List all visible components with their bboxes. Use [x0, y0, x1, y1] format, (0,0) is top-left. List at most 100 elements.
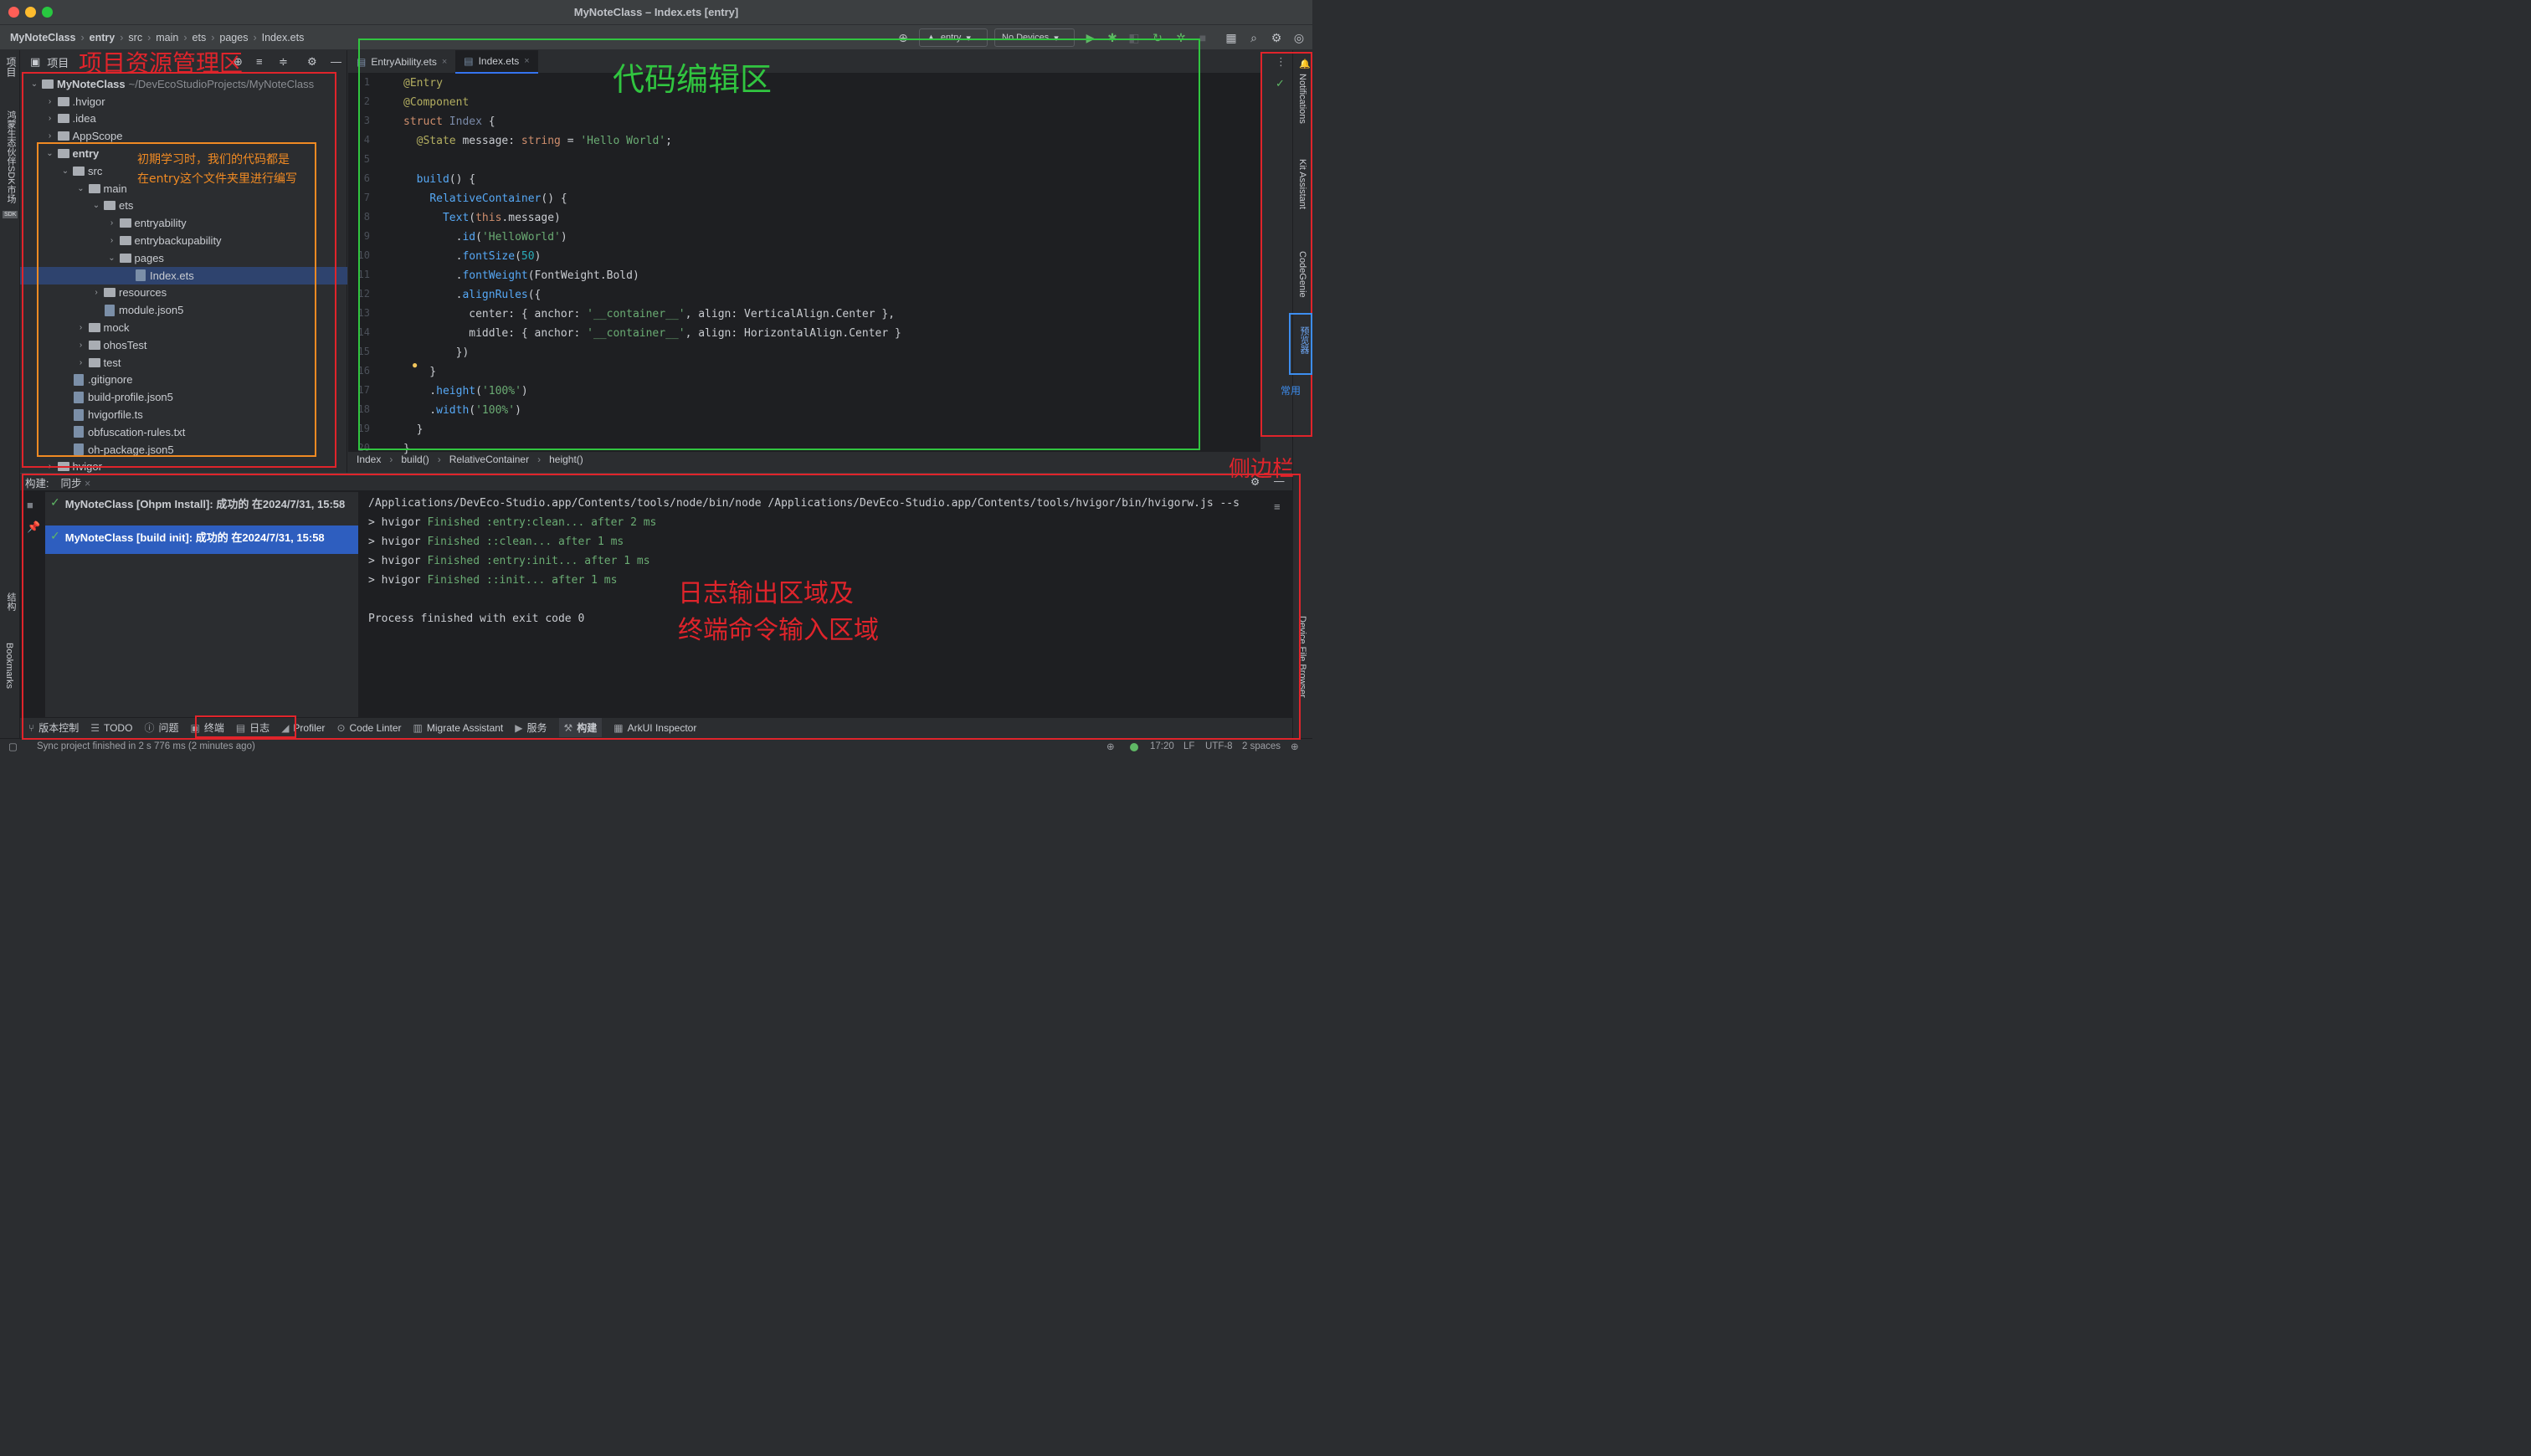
- code-line[interactable]: .fontWeight(FontWeight.Bold): [403, 266, 639, 285]
- code-line[interactable]: }: [403, 362, 436, 382]
- debug-icon[interactable]: ✱: [1105, 30, 1120, 45]
- common-label[interactable]: 常用: [1281, 383, 1301, 397]
- device-file-browser-tool-button[interactable]: Device File Browser: [1297, 616, 1307, 698]
- code-line[interactable]: @State message: string = 'Hello World';: [403, 131, 672, 151]
- chevron-right-icon[interactable]: ›: [106, 218, 118, 228]
- project-structure-icon[interactable]: ▦: [1224, 30, 1239, 45]
- target-icon[interactable]: ⊕: [896, 30, 911, 45]
- build-item[interactable]: ✓ MyNoteClass [Ohpm Install]: 成功的 在2024/7…: [45, 492, 358, 520]
- network-icon[interactable]: ⊕: [1106, 741, 1115, 752]
- chevron-right-icon[interactable]: ›: [44, 131, 56, 141]
- editor-tab[interactable]: ▤ EntryAbility.ets ×: [348, 50, 455, 74]
- tree-item[interactable]: › entrybackupability: [20, 232, 347, 249]
- close-icon[interactable]: ×: [442, 57, 447, 67]
- lock-icon[interactable]: ⊕: [1291, 741, 1299, 752]
- stop-icon[interactable]: ■: [1195, 30, 1210, 45]
- codegenie-tool-button[interactable]: CodeGenie: [1297, 251, 1307, 298]
- code-line[interactable]: center: { anchor: '__container__', align…: [403, 305, 895, 324]
- breadcrumb-item[interactable]: entry: [90, 32, 116, 44]
- tree-item[interactable]: Index.ets: [20, 266, 347, 285]
- structure-tool-button[interactable]: 结构: [4, 592, 18, 611]
- code-line[interactable]: .height('100%'): [403, 382, 527, 401]
- code-area[interactable]: @Entry @Component struct Index { @State me…: [403, 74, 1257, 455]
- tree-item[interactable]: › entryability: [20, 214, 347, 232]
- project-panel-title[interactable]: 项目: [47, 54, 69, 70]
- tree-item[interactable]: › mock: [20, 319, 347, 336]
- code-line[interactable]: .fontSize(50): [403, 247, 542, 266]
- tree-item[interactable]: › AppScope: [20, 127, 347, 145]
- tree-item[interactable]: obfuscation-rules.txt: [20, 423, 347, 441]
- chevron-right-icon[interactable]: ›: [44, 114, 56, 123]
- tool-window-button[interactable]: ⑂ 版本控制: [28, 720, 79, 735]
- code-line[interactable]: @Entry: [403, 74, 443, 93]
- panel-toggle-icon[interactable]: ▢: [8, 741, 18, 752]
- tree-item[interactable]: ⌄ ets: [20, 197, 347, 215]
- breadcrumb-item[interactable]: Index.ets: [262, 32, 305, 44]
- gear-icon[interactable]: ⚙: [307, 55, 317, 69]
- tree-item[interactable]: › .hvigor: [20, 93, 347, 110]
- search-icon[interactable]: ⌕: [1246, 30, 1261, 45]
- previewer-tool-button[interactable]: 预览器: [1297, 326, 1311, 354]
- run-icon[interactable]: ▶: [1083, 30, 1098, 45]
- status-message[interactable]: Sync project finished in 2 s 776 ms (2 m…: [37, 741, 255, 751]
- soft-wrap-icon[interactable]: ≡: [1274, 500, 1281, 513]
- stop-icon[interactable]: ■: [27, 499, 33, 511]
- attach-icon[interactable]: ◧: [1127, 30, 1142, 45]
- account-icon[interactable]: ◎: [1291, 30, 1307, 45]
- editor-path-item[interactable]: RelativeContainer: [449, 454, 529, 465]
- tool-window-button[interactable]: ▣ 终端: [190, 720, 223, 735]
- project-tool-button[interactable]: 项目: [4, 57, 18, 77]
- tree-item[interactable]: .gitignore: [20, 372, 347, 389]
- chevron-down-icon[interactable]: ⌄: [28, 79, 40, 89]
- breadcrumb-item[interactable]: src: [128, 32, 142, 44]
- tool-window-button[interactable]: ▤ 日志: [236, 720, 270, 735]
- rerun-icon[interactable]: ↻: [1150, 30, 1165, 45]
- code-line[interactable]: build() {: [403, 170, 475, 189]
- editor-path-item[interactable]: build(): [401, 454, 429, 465]
- sync-tab[interactable]: 同步 ×: [60, 474, 90, 490]
- editor-tab[interactable]: ▤ Index.ets ×: [455, 50, 538, 74]
- tool-window-button[interactable]: ▦ ArkUI Inspector: [613, 722, 696, 734]
- code-line[interactable]: .width('100%'): [403, 401, 521, 420]
- gear-icon[interactable]: ⚙: [1269, 30, 1284, 45]
- tree-item[interactable]: › .idea: [20, 110, 347, 128]
- code-line[interactable]: }: [403, 420, 424, 439]
- module-selector[interactable]: ▲ entry ▾: [919, 28, 988, 47]
- editor-path-item[interactable]: height(): [549, 454, 583, 465]
- code-line[interactable]: RelativeContainer() {: [403, 189, 567, 208]
- close-icon[interactable]: ×: [524, 56, 529, 66]
- lightbulb-icon[interactable]: ●: [412, 359, 418, 371]
- editor-path-item[interactable]: Index: [357, 454, 381, 465]
- close-icon[interactable]: ×: [85, 478, 90, 490]
- tool-window-button[interactable]: ⓘ 问题: [144, 720, 178, 735]
- breadcrumb-item[interactable]: MyNoteClass: [10, 32, 76, 44]
- tree-item[interactable]: ⌄ pages: [20, 249, 347, 267]
- code-line[interactable]: @Component: [403, 93, 469, 112]
- tree-item[interactable]: › resources: [20, 285, 347, 302]
- chevron-right-icon[interactable]: ›: [75, 323, 87, 332]
- tool-window-button[interactable]: ◢ Profiler: [281, 722, 325, 734]
- chevron-down-icon[interactable]: ⌄: [106, 254, 118, 263]
- more-options-icon[interactable]: ⋮: [1276, 55, 1286, 69]
- build-item[interactable]: ✓ MyNoteClass [build init]: 成功的 在2024/7/3…: [45, 525, 358, 554]
- breadcrumb-item[interactable]: main: [156, 32, 178, 44]
- chevron-right-icon[interactable]: ›: [90, 288, 102, 297]
- collapse-all-icon[interactable]: ≡: [256, 55, 263, 68]
- code-line[interactable]: .alignRules({: [403, 285, 542, 305]
- caret-position[interactable]: 17:20: [1150, 741, 1174, 751]
- notifications-tool-button[interactable]: Notifications: [1297, 74, 1307, 124]
- chevron-right-icon[interactable]: ›: [106, 236, 118, 245]
- chevron-right-icon[interactable]: ›: [75, 341, 87, 350]
- tool-window-button[interactable]: ⊙ Code Linter: [336, 722, 401, 734]
- chevron-down-icon[interactable]: ⌄: [59, 167, 71, 176]
- tree-item[interactable]: build-profile.json5: [20, 388, 347, 406]
- hide-panel-icon[interactable]: —: [331, 55, 341, 68]
- tree-item[interactable]: oh-package.json5: [20, 441, 347, 459]
- code-line[interactable]: middle: { anchor: '__container__', align…: [403, 324, 901, 343]
- chevron-down-icon[interactable]: ⌄: [90, 201, 102, 210]
- sdk-market-tool-button[interactable]: 鸿蒙生态伙伴SDK市场: [4, 110, 18, 203]
- line-separator[interactable]: LF: [1183, 741, 1194, 751]
- tool-window-button[interactable]: ▶ 服务: [515, 720, 547, 735]
- pin-icon[interactable]: 📌: [27, 520, 40, 534]
- chevron-down-icon[interactable]: ⌄: [44, 149, 56, 158]
